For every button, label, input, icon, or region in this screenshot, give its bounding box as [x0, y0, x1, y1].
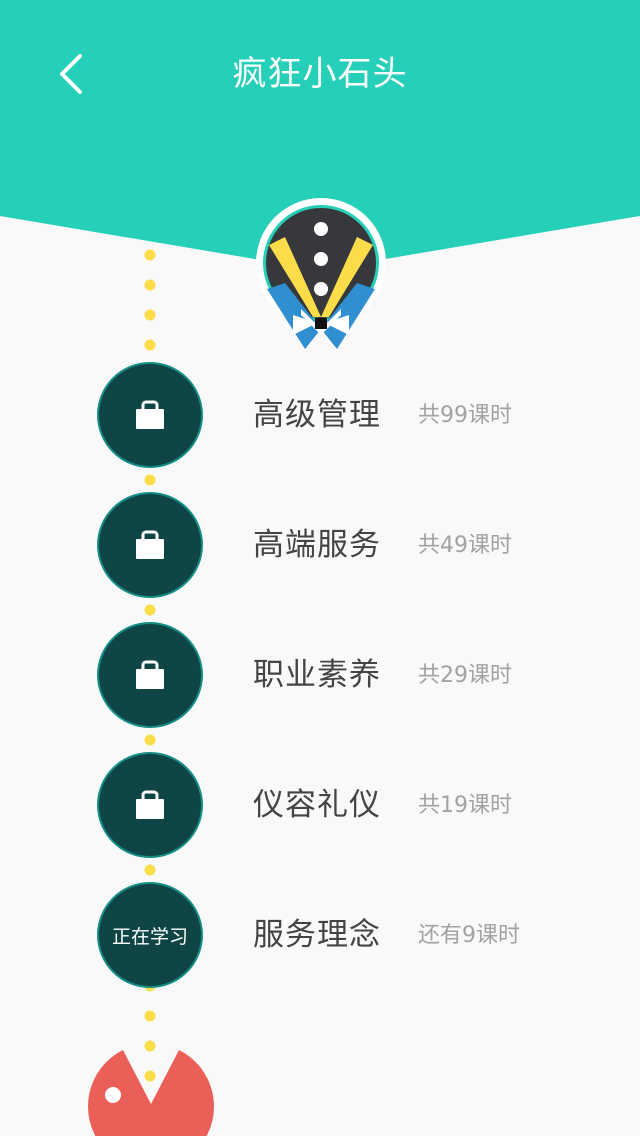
pacman-icon: [88, 1050, 214, 1136]
course-item[interactable]: 职业素养 共29课时: [0, 624, 640, 728]
current-course-badge: 正在学习: [99, 884, 201, 986]
course-hours: 共29课时: [418, 663, 512, 688]
progress-marker: [86, 1043, 216, 1136]
course-item[interactable]: 高级管理 共99课时: [0, 364, 640, 468]
course-hours: 共99课时: [418, 403, 512, 428]
course-hours: 还有9课时: [418, 923, 520, 948]
course-hours: 共49课时: [418, 533, 512, 558]
course-path-screen: 疯狂小石头 高级管理 共99课时 高端服务 共49课时 职业素养 共29课时 仪…: [0, 0, 640, 1136]
course-name: 职业素养: [253, 657, 381, 693]
chevron-left-icon: [60, 54, 82, 94]
course-locked-badge: [99, 624, 201, 726]
course-hours: 共19课时: [418, 793, 512, 818]
lock-icon: [136, 400, 164, 429]
course-item[interactable]: 仪容礼仪 共19课时: [0, 754, 640, 858]
course-item[interactable]: 高端服务 共49课时: [0, 494, 640, 598]
course-locked-badge: [99, 754, 201, 856]
lock-icon: [136, 790, 164, 819]
tuxedo-avatar-icon: [256, 198, 386, 349]
current-course-label: 正在学习: [111, 925, 188, 948]
course-item-current[interactable]: 正在学习 服务理念 还有9课时: [0, 884, 640, 988]
course-name: 仪容礼仪: [253, 787, 381, 823]
user-avatar[interactable]: [255, 197, 387, 357]
lock-icon: [136, 660, 164, 689]
course-locked-badge: [99, 364, 201, 466]
page-title: 疯狂小石头: [232, 54, 408, 94]
lock-icon: [136, 530, 164, 559]
course-name: 服务理念: [253, 917, 381, 953]
course-locked-badge: [99, 494, 201, 596]
back-button[interactable]: [44, 44, 104, 104]
course-name: 高端服务: [253, 527, 381, 563]
course-name: 高级管理: [253, 397, 381, 433]
